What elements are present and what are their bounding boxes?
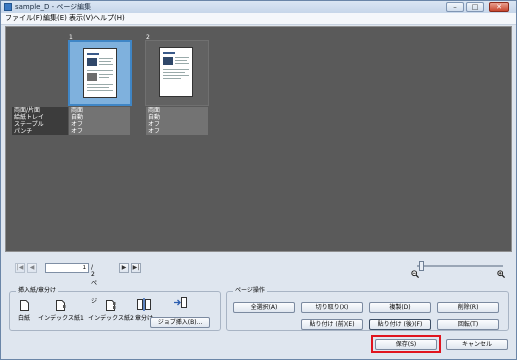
job-insert-icon-wrap (170, 297, 190, 308)
page-preview (159, 47, 193, 97)
prev-page-button[interactable]: ◀ (27, 263, 37, 273)
first-page-icon: |◀ (16, 264, 24, 271)
page-thumbnail-2[interactable] (145, 40, 209, 106)
page-preview (83, 48, 117, 98)
menu-file[interactable]: ファイル(F) (5, 14, 43, 23)
menu-help[interactable]: ヘルプ(H) (93, 14, 125, 23)
menu-bar: ファイル(F) 編集(E) 表示(V) ヘルプ(H) (1, 13, 516, 25)
prop-value: オフ (146, 128, 208, 135)
prop-label: 給紙トレイ (12, 114, 68, 121)
index-sheet-2-icon (106, 300, 116, 311)
insert-group: 挿入紙/章分け 白紙 インデックス紙1 インデックス紙2 章分け ジョブ挿入(B… (9, 287, 221, 331)
last-page-icon: ▶| (132, 264, 140, 271)
prop-label: パンチ (12, 128, 68, 135)
menu-edit[interactable]: 編集(E) (43, 14, 67, 23)
cancel-button[interactable]: キャンセル (446, 339, 508, 350)
prop-label: 両面/片面 (12, 107, 68, 114)
blank-sheet-tool[interactable]: 白紙 (14, 300, 34, 322)
zoom-control (411, 259, 506, 281)
select-all-button[interactable]: 全選択(A) (233, 302, 295, 313)
prop-value: オフ (68, 121, 130, 128)
next-page-icon: ▶ (121, 264, 127, 271)
paste-before-button[interactable]: 貼り付け (前)(E) (301, 319, 363, 330)
minimize-button[interactable]: – (446, 2, 464, 12)
window-title: sample_D - ページ編集 (15, 3, 92, 11)
zoom-out-icon[interactable] (411, 270, 419, 278)
page-operations-group: ページ操作 全選択(A) 切り取り(X) 複製(D) 削除(R) 貼り付け (前… (226, 287, 509, 331)
prop-value: 両面 (68, 107, 130, 114)
menu-view[interactable]: 表示(V) (69, 14, 93, 23)
rotate-button[interactable]: 回転(T) (437, 319, 499, 330)
index-sheet-1-icon (56, 300, 66, 311)
delete-button[interactable]: 削除(R) (437, 302, 499, 313)
job-insert-icon (174, 297, 187, 308)
cut-button[interactable]: 切り取り(X) (301, 302, 363, 313)
page-properties-1: 両面/片面 両面 給紙トレイ 自動 ステープル オフ パンチ オフ (12, 107, 130, 135)
index-sheet-1-label: インデックス紙1 (38, 315, 84, 322)
page-thumbnail-1[interactable] (68, 40, 132, 106)
blank-sheet-icon (19, 300, 29, 311)
prop-label: ステープル (12, 121, 68, 128)
maximize-button[interactable]: □ (466, 2, 484, 12)
prev-page-icon: ◀ (29, 264, 35, 271)
prop-value: 自動 (68, 114, 130, 121)
next-page-button[interactable]: ▶ (119, 263, 129, 273)
last-page-button[interactable]: ▶| (131, 263, 141, 273)
prop-value: オフ (146, 121, 208, 128)
zoom-in-icon[interactable] (497, 270, 505, 278)
save-highlight-frame (371, 335, 441, 353)
prop-value: 自動 (146, 114, 208, 121)
first-page-button[interactable]: |◀ (15, 263, 25, 273)
paste-after-button[interactable]: 貼り付け (後)(F) (369, 319, 431, 330)
insert-group-title: 挿入紙/章分け (16, 287, 59, 295)
prop-value: 両面 (146, 107, 208, 114)
close-button[interactable]: ✕ (489, 2, 509, 12)
index-sheet-1-tool[interactable]: インデックス紙1 (38, 300, 84, 322)
title-bar: sample_D - ページ編集 – □ ✕ (1, 1, 516, 13)
index-sheet-2-label: インデックス紙2 (88, 315, 134, 322)
duplicate-button[interactable]: 複製(D) (369, 302, 431, 313)
zoom-slider[interactable] (417, 261, 503, 271)
blank-sheet-label: 白紙 (17, 315, 30, 322)
app-icon (4, 3, 12, 11)
chapter-split-icon (137, 298, 151, 311)
page-properties-2: 両面 自動 オフ オフ (146, 107, 208, 135)
prop-value: オフ (68, 128, 130, 135)
page-number-input[interactable] (45, 263, 89, 273)
page-workspace: 1 両面/片面 両面 給紙トレイ 自動 ステープル オフ パンチ オフ 2 両面… (5, 26, 512, 252)
job-insert-button[interactable]: ジョブ挿入(B)... (150, 317, 210, 328)
page-operations-title: ページ操作 (233, 287, 267, 295)
page-edit-window: sample_D - ページ編集 – □ ✕ ファイル(F) 編集(E) 表示(… (0, 0, 517, 360)
index-sheet-2-tool[interactable]: インデックス紙2 (88, 300, 134, 322)
zoom-slider-handle[interactable] (419, 261, 424, 271)
